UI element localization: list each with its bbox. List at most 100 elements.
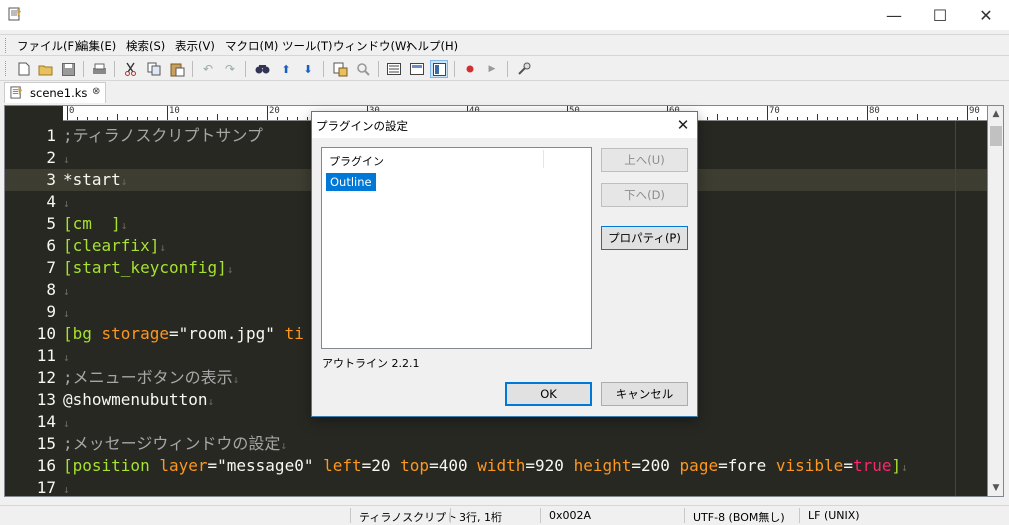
menu-search[interactable]: 検索(S) <box>126 38 165 54</box>
code-line[interactable]: 16 [position layer="message0" left=20 top… <box>5 455 987 477</box>
menu-edit[interactable]: 編集(E) <box>77 38 116 54</box>
print-icon[interactable] <box>90 60 108 78</box>
scroll-thumb[interactable] <box>990 126 1002 146</box>
ruler-tick <box>797 117 798 120</box>
properties-button[interactable]: プロパティ(P) <box>601 226 688 250</box>
settings-icon[interactable] <box>515 60 533 78</box>
ok-button[interactable]: OK <box>505 382 592 406</box>
newline-marker: ↓ <box>120 175 128 188</box>
code-token: @showmenubutton <box>63 390 208 409</box>
new-file-icon[interactable] <box>15 60 33 78</box>
menu-macro[interactable]: マクロ(M) <box>225 38 278 54</box>
scroll-down-icon[interactable]: ▼ <box>988 480 1004 496</box>
play-macro-icon[interactable]: ▶ <box>483 60 501 78</box>
menu-help[interactable]: ヘルプ(H) <box>406 38 458 54</box>
plugin-list[interactable]: プラグイン Outline <box>321 147 592 349</box>
cut-icon[interactable] <box>121 60 139 78</box>
status-position: 3行, 1桁 <box>459 511 502 524</box>
column-divider[interactable] <box>543 150 544 168</box>
move-down-button[interactable]: 下へ(D) <box>601 183 688 207</box>
close-button[interactable]: ✕ <box>963 0 1009 30</box>
line-number: 10 <box>36 324 56 343</box>
code-token: [clearfix] <box>63 236 160 255</box>
ruler-tick <box>177 117 178 120</box>
code-line[interactable]: 15 ;メッセージウィンドウの設定↓ <box>5 433 987 455</box>
status-mode[interactable]: ティラノスクリプト <box>359 509 457 525</box>
code-line[interactable]: 17 ↓ <box>5 477 987 496</box>
menu-file[interactable]: ファイル(F) <box>17 38 79 54</box>
dialog-close-icon[interactable]: ✕ <box>670 114 696 136</box>
newline-marker: ↓ <box>63 483 70 496</box>
ruler-tick <box>267 106 268 120</box>
dialog-title: プラグインの設定 <box>316 119 408 133</box>
tab-scene1[interactable]: scene1.ks ⊗ <box>4 82 106 103</box>
newline-marker: ↓ <box>63 285 70 298</box>
undo-icon[interactable]: ↶ <box>199 60 217 78</box>
find-up-icon[interactable]: ⬆ <box>277 60 295 78</box>
plugin-item-outline[interactable]: Outline <box>326 173 376 191</box>
ruler-tick <box>157 117 158 120</box>
copy-icon[interactable] <box>145 60 163 78</box>
ruler-tick <box>217 114 218 120</box>
cancel-button[interactable]: キャンセル <box>601 382 688 406</box>
open-folder-icon[interactable] <box>37 60 55 78</box>
redo-icon[interactable]: ↷ <box>221 60 239 78</box>
menu-bar: ファイル(F) 編集(E) 検索(S) 表示(V) マクロ(M) ツール(T) … <box>0 34 1009 56</box>
toolbar: ↶ ↷ ⬆ ⬇ ▶ <box>0 57 1009 81</box>
view-icon[interactable] <box>408 60 426 78</box>
newline-marker: ↓ <box>280 439 287 452</box>
toolbar-separator <box>245 61 246 77</box>
move-up-button[interactable]: 上へ(U) <box>601 148 688 172</box>
plugin-list-header[interactable]: プラグイン <box>322 148 591 170</box>
scroll-up-icon[interactable]: ▲ <box>988 106 1004 122</box>
toolbar-separator <box>114 61 115 77</box>
ruler-tick <box>237 117 238 120</box>
line-number: 5 <box>46 214 56 233</box>
notepad-icon <box>8 7 21 21</box>
ruler-tick <box>277 117 278 120</box>
ruler-tick <box>727 117 728 120</box>
maximize-button[interactable]: ☐ <box>917 0 963 30</box>
code-token: ="room.jpg" <box>168 324 285 343</box>
status-separator <box>684 508 685 523</box>
find-down-icon[interactable]: ⬇ <box>299 60 317 78</box>
ruler-tick <box>937 117 938 120</box>
ruler-tick <box>67 106 68 120</box>
vertical-scrollbar[interactable]: ▲ ▼ <box>988 105 1004 497</box>
status-code: 0x002A <box>549 509 592 522</box>
tab-close-icon[interactable]: ⊗ <box>92 86 100 97</box>
layout-icon[interactable] <box>430 60 448 78</box>
record-macro-icon[interactable] <box>461 60 479 78</box>
ruler-tick <box>297 117 298 120</box>
notepad-icon <box>10 86 23 99</box>
line-number: 11 <box>36 346 56 365</box>
newline-marker: ↓ <box>120 219 128 232</box>
outline-icon[interactable] <box>385 60 403 78</box>
paste-icon[interactable] <box>168 60 186 78</box>
code-token: =200 <box>631 456 680 475</box>
status-encoding[interactable]: UTF-8 (BOM無し) <box>693 509 785 525</box>
code-token: storage <box>101 324 169 343</box>
line-number: 9 <box>46 302 56 321</box>
menu-window[interactable]: ウィンドウ(W) <box>333 38 411 54</box>
toolbar-separator <box>323 61 324 77</box>
line-number: 7 <box>46 258 56 277</box>
ruler-number: 80 <box>869 106 880 116</box>
line-text: [cm ]↓ <box>63 213 127 237</box>
ruler-tick <box>957 117 958 120</box>
code-token: =20 <box>361 456 401 475</box>
replace-icon[interactable] <box>331 60 349 78</box>
grep-icon[interactable] <box>354 60 372 78</box>
ruler-tick <box>887 117 888 120</box>
menu-view[interactable]: 表示(V) <box>175 38 215 54</box>
save-icon[interactable] <box>59 60 77 78</box>
line-text: ↓ <box>63 191 70 215</box>
ruler-tick <box>247 117 248 120</box>
code-token: ] <box>891 456 902 475</box>
find-icon[interactable] <box>253 60 271 78</box>
menu-tools[interactable]: ツール(T) <box>282 38 333 54</box>
ruler-tick <box>87 117 88 120</box>
status-newline[interactable]: LF (UNIX) <box>808 509 860 522</box>
title-bar: — ☐ ✕ <box>0 0 1009 30</box>
minimize-button[interactable]: — <box>871 0 917 30</box>
